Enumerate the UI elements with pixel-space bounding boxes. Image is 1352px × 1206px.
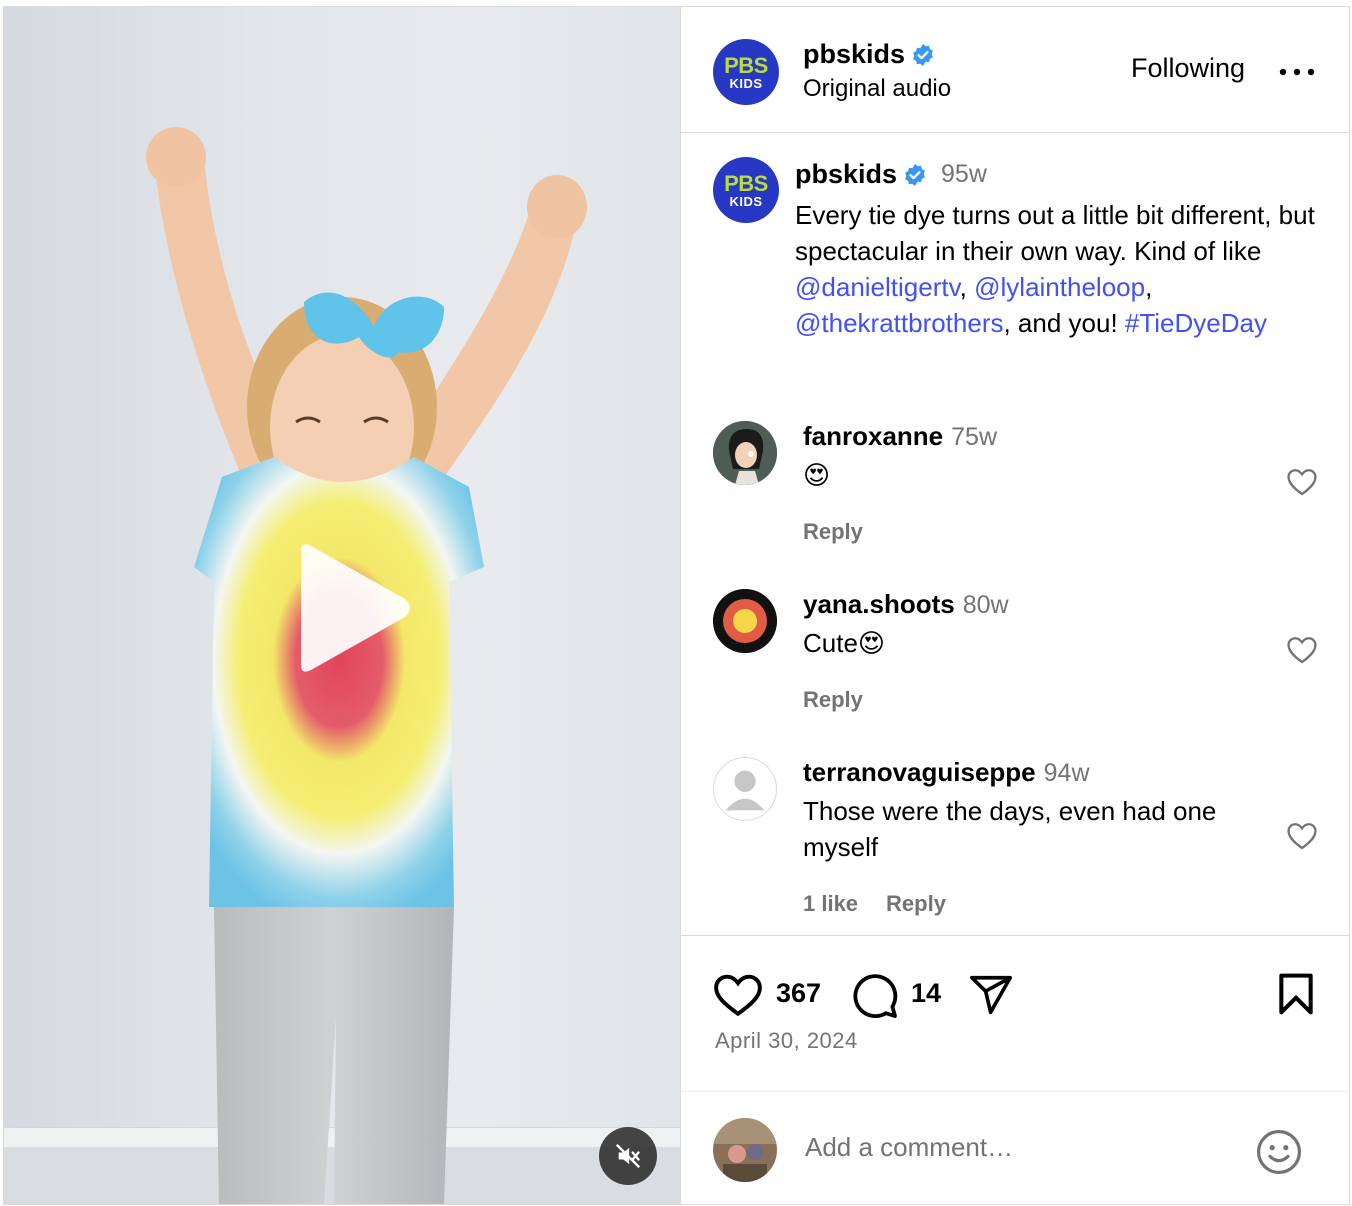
caption-author-avatar[interactable]: PBS KIDS xyxy=(713,157,779,223)
play-icon xyxy=(301,544,410,672)
add-comment-bar xyxy=(681,1091,1349,1204)
audio-label[interactable]: Original audio xyxy=(803,75,951,103)
caption-text-segment: Every tie dye turns out a little bit dif… xyxy=(795,200,1315,266)
avatar-logo-subtext: KIDS xyxy=(729,193,763,209)
avatar-logo-text: PBS xyxy=(724,170,768,196)
comment-actions: 1 like Reply xyxy=(803,891,946,917)
user-photo-image xyxy=(713,1118,777,1182)
comment-text: Cute😍 xyxy=(803,628,886,658)
comment-bubble-icon[interactable] xyxy=(851,972,899,1020)
comment-timestamp[interactable]: 94w xyxy=(1044,759,1090,788)
commenter-avatar[interactable] xyxy=(713,589,777,653)
caption-timestamp[interactable]: 95w xyxy=(941,160,987,189)
author-username[interactable]: pbskids xyxy=(803,39,905,70)
post-actions-bar: 367 14 April 30, 2024 xyxy=(681,935,1349,1091)
reply-button[interactable]: Reply xyxy=(886,891,946,917)
comment-timestamp[interactable]: 80w xyxy=(963,591,1009,620)
comment-input[interactable] xyxy=(805,1132,1225,1163)
bookmark-icon[interactable] xyxy=(1277,972,1315,1016)
play-button[interactable] xyxy=(287,541,417,675)
cartoon-avatar-image xyxy=(713,421,777,485)
heart-outline-icon[interactable] xyxy=(1285,465,1319,499)
avatar-logo-text: PBS xyxy=(724,52,768,78)
commenter-avatar[interactable] xyxy=(713,421,777,485)
comment-text: 😍 xyxy=(803,460,831,490)
avatar-logo-subtext: KIDS xyxy=(729,75,763,91)
mention-link[interactable]: @thekrattbrothers xyxy=(795,308,1003,338)
like-count[interactable]: 367 xyxy=(776,978,821,1009)
post-header: PBS KIDS pbskids Original audio Followin… xyxy=(681,7,1349,133)
post-details-panel: PBS KIDS pbskids Original audio Followin… xyxy=(680,7,1349,1204)
share-paper-plane-icon[interactable] xyxy=(967,972,1015,1018)
caption-text-segment: , and you! xyxy=(1003,308,1125,338)
comment-count[interactable]: 14 xyxy=(911,978,941,1009)
comment-username[interactable]: fanroxanne xyxy=(803,421,943,452)
following-button[interactable]: Following xyxy=(1131,53,1245,84)
more-horizontal-icon xyxy=(1279,68,1315,76)
comment-timestamp[interactable]: 75w xyxy=(951,423,997,452)
post-date[interactable]: April 30, 2024 xyxy=(715,1028,858,1054)
comment-like-count[interactable]: 1 like xyxy=(803,891,858,917)
author-username-row: pbskids xyxy=(803,39,935,70)
author-avatar[interactable]: PBS KIDS xyxy=(713,39,779,105)
comment-header: yana.shoots 80w xyxy=(803,589,1009,620)
caption-text-segment: , xyxy=(959,272,975,302)
mention-link[interactable]: @danieltigertv xyxy=(795,272,960,302)
post-modal: PBS KIDS pbskids Original audio Followin… xyxy=(3,6,1350,1205)
default-user-icon xyxy=(725,770,765,811)
comment-actions: Reply xyxy=(803,519,863,545)
current-user-avatar[interactable] xyxy=(713,1118,777,1182)
caption-text: Every tie dye turns out a little bit dif… xyxy=(795,197,1325,341)
comment-username[interactable]: terranovaguiseppe xyxy=(803,757,1036,788)
comment-text: Those were the days, even had one myself xyxy=(803,796,1217,862)
verified-badge-icon xyxy=(913,43,933,66)
caption-text-segment: , xyxy=(1145,272,1153,302)
emoji-picker-icon[interactable] xyxy=(1255,1128,1303,1176)
verified-badge-icon xyxy=(905,163,925,186)
more-options-button[interactable] xyxy=(1279,63,1315,83)
mention-link[interactable]: @lylaintheloop xyxy=(974,272,1145,302)
comment-username[interactable]: yana.shoots xyxy=(803,589,955,620)
mute-toggle-button[interactable] xyxy=(599,1127,657,1185)
caption-header: pbskids 95w xyxy=(795,159,987,190)
reply-button[interactable]: Reply xyxy=(803,687,863,713)
comment-header: terranovaguiseppe 94w xyxy=(803,757,1090,788)
like-heart-icon[interactable] xyxy=(713,972,763,1018)
no-room-for-racism-avatar-image xyxy=(713,589,777,653)
reply-button[interactable]: Reply xyxy=(803,519,863,545)
comment-actions: Reply xyxy=(803,687,863,713)
speaker-muted-icon xyxy=(616,1144,640,1168)
comment-header: fanroxanne 75w xyxy=(803,421,997,452)
heart-outline-icon[interactable] xyxy=(1285,819,1319,853)
hashtag-link[interactable]: #TieDyeDay xyxy=(1125,308,1267,338)
video-player[interactable] xyxy=(4,7,680,1204)
caption-author-username[interactable]: pbskids xyxy=(795,159,897,190)
commenter-avatar[interactable] xyxy=(713,757,777,821)
heart-outline-icon[interactable] xyxy=(1285,633,1319,667)
